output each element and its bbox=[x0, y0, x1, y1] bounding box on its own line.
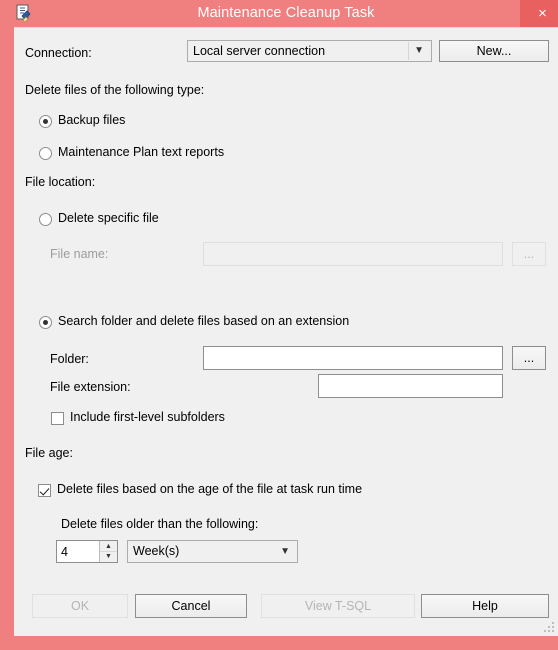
ok-button[interactable]: OK bbox=[32, 594, 128, 618]
chevron-down-icon: ▼ bbox=[414, 45, 424, 56]
file-name-browse-button[interactable]: ... bbox=[512, 242, 546, 266]
radio-maintenance-plan-text-reports[interactable] bbox=[39, 147, 52, 160]
radio-backup-files-label: Backup files bbox=[58, 113, 126, 127]
connection-combo-separator bbox=[408, 42, 409, 60]
file-age-amount-value: 4 bbox=[61, 544, 68, 559]
file-age-stepper-buttons: ▲ ▼ bbox=[99, 541, 117, 562]
chevron-down-icon: ▼ bbox=[280, 546, 290, 557]
older-than-label: Delete files older than the following: bbox=[61, 517, 259, 531]
view-tsql-button[interactable]: View T-SQL bbox=[261, 594, 415, 618]
delete-by-age-checkbox[interactable] bbox=[38, 484, 51, 497]
file-extension-label: File extension: bbox=[50, 380, 131, 394]
connection-label: Connection: bbox=[25, 46, 92, 60]
radio-search-folder[interactable] bbox=[39, 316, 52, 329]
radio-delete-specific-file[interactable] bbox=[39, 213, 52, 226]
file-name-label: File name: bbox=[50, 247, 109, 261]
window-title: Maintenance Cleanup Task bbox=[197, 5, 375, 21]
file-age-unit-value: Week(s) bbox=[133, 544, 180, 558]
radio-search-folder-label: Search folder and delete files based on … bbox=[58, 314, 350, 328]
new-connection-button[interactable]: New... bbox=[439, 40, 549, 62]
spinner-down-arrow-icon[interactable]: ▼ bbox=[100, 550, 117, 563]
dialog-body: Connection: Local server connection ▼ Ne… bbox=[14, 27, 558, 636]
radio-maintenance-plan-text-reports-label: Maintenance Plan text reports bbox=[58, 145, 225, 159]
maintenance-cleanup-task-dialog: Maintenance Cleanup Task × Connection: L… bbox=[0, 0, 558, 650]
include-subfolders-label: Include first-level subfolders bbox=[70, 410, 225, 424]
file-location-group-label: File location: bbox=[25, 175, 96, 189]
folder-label: Folder: bbox=[50, 352, 89, 366]
file-extension-input[interactable] bbox=[318, 374, 503, 398]
file-age-unit-combo[interactable]: Week(s) ▼ bbox=[127, 540, 298, 563]
cancel-button[interactable]: Cancel bbox=[135, 594, 247, 618]
folder-browse-button[interactable]: ... bbox=[512, 346, 546, 370]
title-bar[interactable]: Maintenance Cleanup Task × bbox=[7, 0, 558, 27]
connection-combo-value: Local server connection bbox=[193, 44, 326, 58]
help-button[interactable]: Help bbox=[421, 594, 549, 618]
delete-by-age-label: Delete files based on the age of the fil… bbox=[57, 482, 363, 496]
file-type-group-label: Delete files of the following type: bbox=[25, 83, 205, 97]
radio-backup-files[interactable] bbox=[39, 115, 52, 128]
radio-delete-specific-file-label: Delete specific file bbox=[58, 211, 159, 225]
close-button[interactable]: × bbox=[520, 0, 558, 27]
file-age-group-label: File age: bbox=[25, 446, 73, 460]
file-age-amount-stepper[interactable]: 4 ▲ ▼ bbox=[56, 540, 118, 563]
file-name-input[interactable] bbox=[203, 242, 503, 266]
resize-grip-icon[interactable] bbox=[544, 622, 555, 633]
folder-input[interactable] bbox=[203, 346, 503, 370]
connection-combo[interactable]: Local server connection ▼ bbox=[187, 40, 432, 62]
include-subfolders-checkbox[interactable] bbox=[51, 412, 64, 425]
